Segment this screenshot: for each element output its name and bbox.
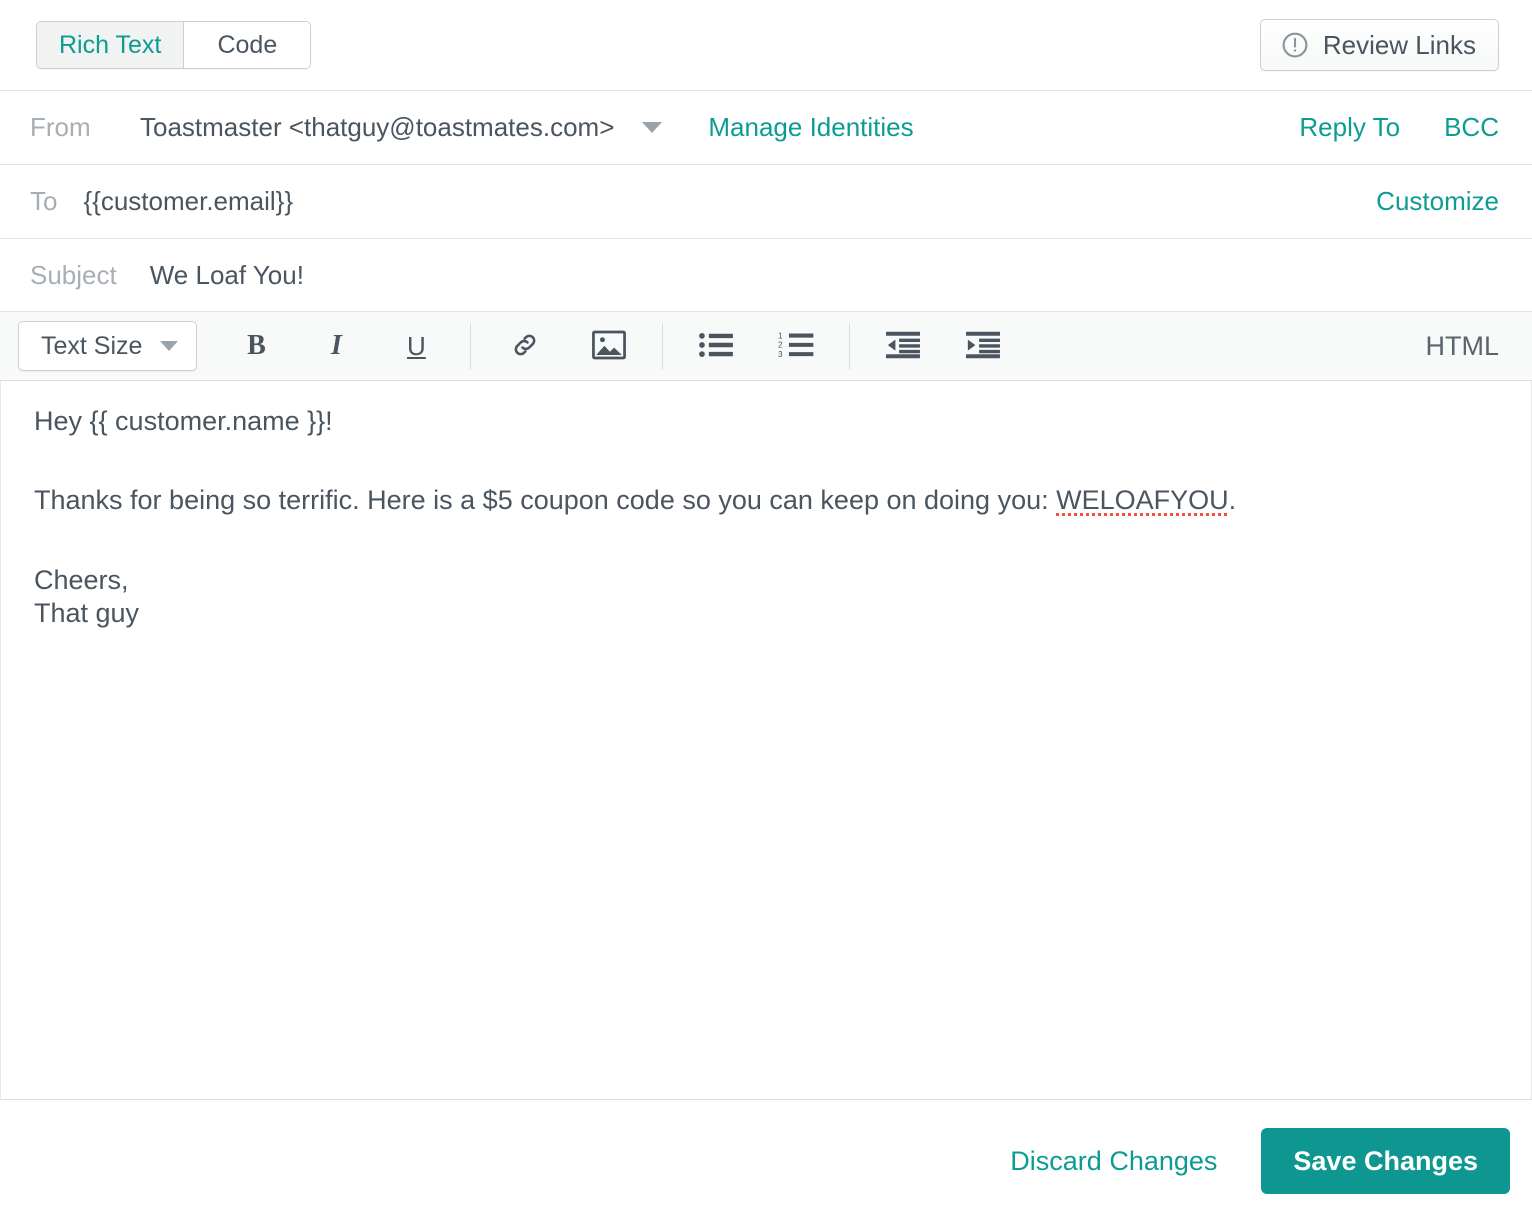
indent-icon: [966, 331, 1001, 362]
body-signoff-block: Cheers, That guy: [34, 564, 1497, 631]
manage-identities-link[interactable]: Manage Identities: [708, 112, 913, 143]
toolbar-divider: [470, 322, 472, 370]
editor-mode-bar: Rich Text Code Review Links: [0, 0, 1532, 91]
bold-button[interactable]: B: [227, 318, 285, 374]
underline-button[interactable]: U: [387, 318, 445, 374]
to-label: To: [30, 186, 58, 216]
body-paragraph-text: Thanks for being so terrific. Here is a …: [34, 485, 1057, 516]
svg-text:3: 3: [778, 349, 783, 358]
customize-link[interactable]: Customize: [1376, 186, 1499, 217]
html-toggle[interactable]: HTML: [1426, 331, 1500, 362]
bullet-list-icon: [699, 332, 734, 361]
link-icon: [509, 329, 541, 364]
subject-row: Subject We Loaf You!: [0, 239, 1532, 312]
outdent-button[interactable]: [874, 318, 932, 374]
chevron-down-icon: [160, 341, 179, 351]
coupon-code: WELOAFYOU: [1056, 485, 1229, 516]
bullet-list-button[interactable]: [687, 318, 745, 374]
exclamation-circle-icon: [1280, 30, 1310, 60]
text-size-dropdown[interactable]: Text Size: [18, 321, 198, 371]
outdent-icon: [886, 331, 921, 362]
indent-button[interactable]: [954, 318, 1012, 374]
to-input[interactable]: {{customer.email}}: [83, 186, 293, 217]
bcc-link[interactable]: BCC: [1444, 112, 1499, 143]
toolbar-divider: [849, 322, 851, 370]
discard-changes-link[interactable]: Discard Changes: [1010, 1146, 1217, 1177]
toolbar-divider: [662, 322, 664, 370]
review-links-button[interactable]: Review Links: [1259, 19, 1499, 71]
body-signoff: Cheers,: [34, 564, 129, 595]
body-greeting: Hey {{ customer.name }}!: [34, 406, 333, 436]
editor-mode-switch[interactable]: Rich Text Code: [36, 21, 312, 69]
reply-to-link[interactable]: Reply To: [1299, 112, 1400, 143]
text-size-label: Text Size: [41, 331, 143, 360]
subject-input[interactable]: We Loaf You!: [150, 260, 304, 291]
from-value[interactable]: Toastmaster <thatguy@toastmates.com>: [140, 112, 614, 143]
subject-label: Subject: [30, 259, 117, 290]
review-links-label: Review Links: [1322, 29, 1476, 60]
body-paragraph-tail: .: [1228, 485, 1237, 516]
svg-text:2: 2: [778, 340, 783, 349]
tab-code[interactable]: Code: [184, 22, 311, 68]
image-button[interactable]: [580, 318, 638, 374]
link-button[interactable]: [496, 318, 554, 374]
italic-button[interactable]: I: [307, 318, 365, 374]
formatting-toolbar: Text Size B I U 1 2 3 HTML: [0, 312, 1532, 381]
numbered-list-icon: 1 2 3: [778, 331, 814, 362]
body-signature: That guy: [34, 598, 140, 629]
from-label: From: [30, 112, 91, 142]
message-body-editor[interactable]: Hey {{ customer.name }}! Thanks for bein…: [1, 381, 1531, 631]
message-body-area[interactable]: Hey {{ customer.name }}! Thanks for bein…: [0, 381, 1532, 1100]
tab-rich-text[interactable]: Rich Text: [37, 22, 185, 68]
from-chevron-down-icon[interactable]: [642, 122, 663, 133]
action-footer: Discard Changes Save Changes: [0, 1100, 1532, 1222]
save-changes-button[interactable]: Save Changes: [1261, 1128, 1510, 1194]
svg-text:1: 1: [778, 331, 783, 340]
numbered-list-button[interactable]: 1 2 3: [767, 318, 825, 374]
image-icon: [592, 330, 627, 363]
email-composer: Rich Text Code Review Links From Toastma…: [0, 0, 1532, 1222]
body-paragraph: Thanks for being so terrific. Here is a …: [34, 484, 1497, 517]
to-row: To {{customer.email}} Customize: [0, 165, 1532, 239]
from-row: From Toastmaster <thatguy@toastmates.com…: [0, 91, 1532, 165]
